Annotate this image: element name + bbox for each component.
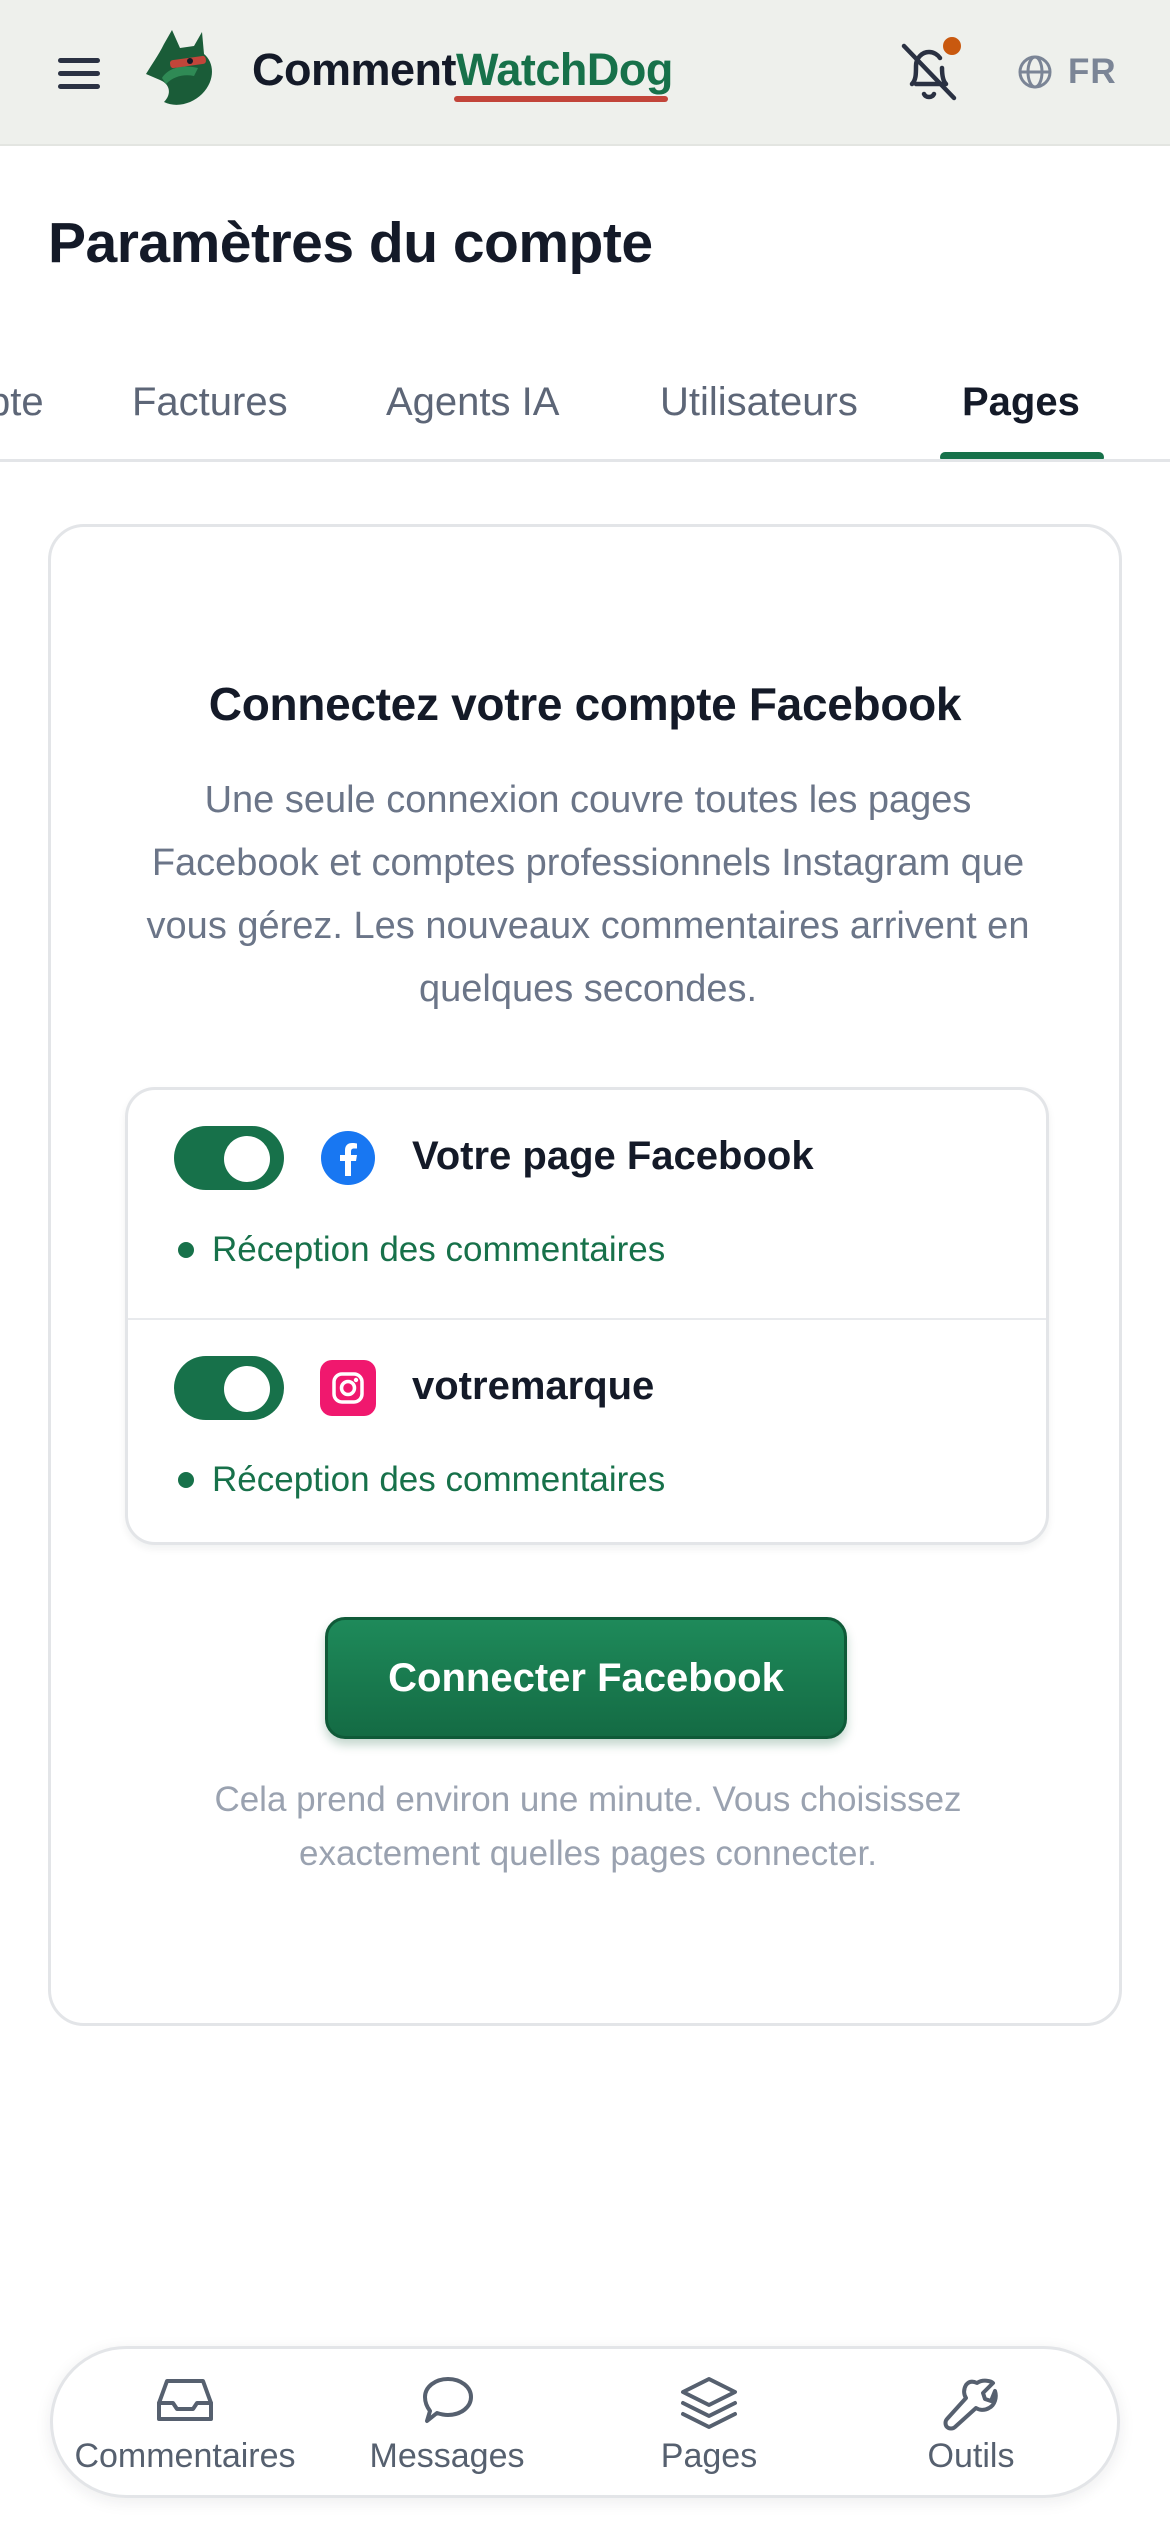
globe-icon — [1018, 55, 1052, 89]
tab-invoices[interactable]: Factures — [132, 380, 288, 425]
card-description: Une seule connexion couvre toutes les pa… — [146, 779, 1030, 1010]
notification-dot — [940, 34, 964, 58]
bottom-nav: Commentaires Messages Pages Outils — [50, 2346, 1120, 2498]
instagram-account-toggle[interactable] — [174, 1356, 284, 1420]
language-switcher[interactable]: FR — [1016, 50, 1117, 94]
watchdog-logo — [146, 30, 212, 105]
card-title: Connectez votre compte Facebook — [208, 678, 962, 730]
nav-item-pages[interactable]: Pages — [579, 2349, 839, 2501]
card-note: Cela prend environ une minute. Vous choi… — [214, 1780, 962, 1873]
settings-tabs: pte Factures Agents IA Utilisateurs Page… — [0, 370, 1170, 462]
connect-facebook-button[interactable]: Connecter Facebook — [325, 1617, 847, 1739]
status-dot — [178, 1242, 194, 1258]
nav-item-comments[interactable]: Commentaires — [55, 2349, 315, 2501]
facebook-icon — [321, 1131, 375, 1185]
nav-item-messages[interactable]: Messages — [317, 2349, 577, 2501]
language-label: FR — [1068, 52, 1117, 91]
top-bar: CommentWatchDog FR — [0, 0, 1170, 146]
status-label: Réception des commentaires — [212, 1460, 666, 1499]
inbox-icon — [157, 2379, 213, 2421]
brand-name-part2: WatchDog — [456, 44, 673, 95]
tab-account[interactable]: pte — [0, 380, 44, 425]
nav-label: Messages — [369, 2437, 525, 2475]
nav-label: Outils — [927, 2437, 1015, 2475]
tab-ai-agents[interactable]: Agents IA — [386, 380, 559, 425]
instagram-icon — [320, 1360, 376, 1416]
brand-underline — [454, 96, 668, 102]
nav-label: Commentaires — [74, 2437, 296, 2475]
message-circle-icon — [423, 2377, 473, 2423]
brand-name[interactable]: CommentWatchDog — [252, 44, 673, 96]
active-tab-indicator — [940, 452, 1104, 459]
tab-pages[interactable]: Pages — [962, 380, 1080, 425]
facebook-page-toggle[interactable] — [174, 1126, 284, 1190]
status-badge: Réception des commentaires — [178, 1460, 665, 1500]
status-label: Réception des commentaires — [212, 1230, 666, 1269]
menu-icon[interactable] — [52, 50, 108, 98]
tab-users[interactable]: Utilisateurs — [660, 380, 858, 425]
list-item: votremarque Réception des commentaires — [128, 1318, 1046, 1544]
connect-facebook-card: Connectez votre compte Facebook Une seul… — [48, 524, 1122, 2026]
account-name: votremarque — [412, 1364, 655, 1408]
list-item: Votre page Facebook Réception des commen… — [128, 1090, 1046, 1316]
brand-name-part1: Comment — [252, 44, 457, 95]
layers-icon — [681, 2377, 737, 2429]
nav-item-tools[interactable]: Outils — [841, 2349, 1101, 2501]
status-dot — [178, 1472, 194, 1488]
connected-accounts-list: Votre page Facebook Réception des commen… — [125, 1087, 1049, 1545]
status-badge: Réception des commentaires — [178, 1230, 665, 1270]
page-title: Paramètres du compte — [48, 211, 653, 275]
nav-label: Pages — [660, 2437, 758, 2475]
wrench-icon — [943, 2378, 998, 2431]
account-name: Votre page Facebook — [412, 1134, 814, 1178]
